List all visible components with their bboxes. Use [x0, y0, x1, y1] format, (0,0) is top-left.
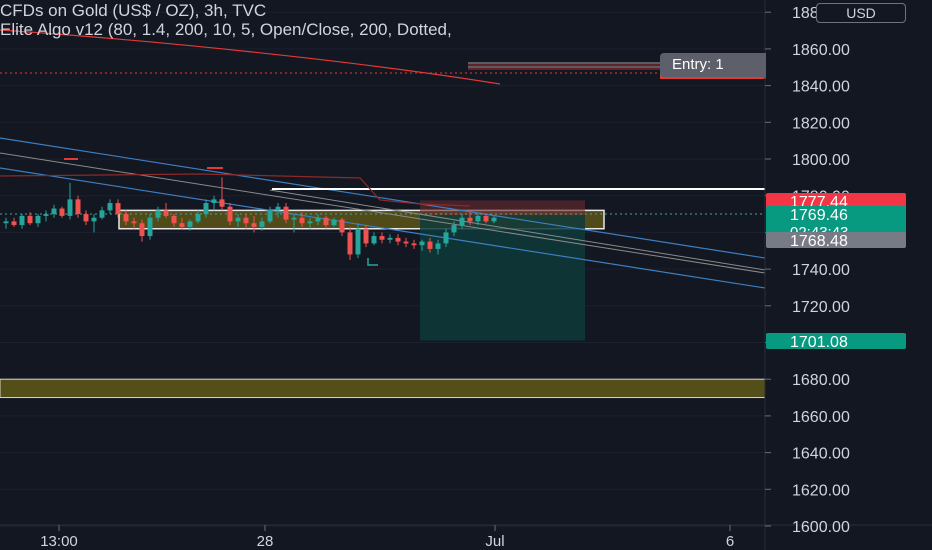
candle-body — [331, 219, 337, 226]
candle-body — [323, 217, 329, 226]
price-tick-label: 1740.00 — [792, 262, 850, 279]
candle-body — [395, 237, 401, 242]
candle-body — [267, 210, 273, 222]
candle-body — [307, 221, 313, 224]
candle-body — [123, 214, 129, 222]
price-tick-label: 1600.00 — [792, 519, 850, 536]
candle-body — [283, 206, 289, 220]
candle-body — [355, 228, 361, 255]
candle-body — [235, 217, 241, 222]
time-tick-label: 28 — [257, 533, 274, 550]
candle-body — [363, 228, 369, 244]
candle-body — [139, 223, 145, 237]
candle-body — [115, 203, 121, 215]
candle-body — [451, 225, 457, 233]
price-tick-label: 1660.00 — [792, 409, 850, 426]
candle-body — [51, 208, 57, 215]
candle-body — [339, 219, 345, 233]
candle-body — [195, 214, 201, 222]
entry-label: Entry: 1 — [660, 53, 766, 77]
currency-button[interactable]: USD — [816, 3, 906, 23]
time-tick-label: 13:00 — [40, 533, 78, 550]
candle-body — [211, 199, 217, 204]
candle-body — [43, 214, 49, 216]
candle-body — [379, 236, 385, 240]
candle-body — [187, 221, 193, 227]
price-tick-label: 1680.00 — [792, 372, 850, 389]
candle-body — [347, 232, 353, 255]
candle-body — [403, 241, 409, 244]
price-tick-label: 1720.00 — [792, 299, 850, 316]
candle-body — [491, 217, 497, 222]
candle-body — [107, 203, 113, 211]
candle-body — [83, 214, 89, 222]
indicator-legend[interactable]: Elite Algo v12 (80, 1.4, 200, 10, 5, Ope… — [0, 20, 452, 40]
price-label: 1769.46 — [790, 207, 848, 224]
candle-body — [171, 215, 177, 224]
candle-body — [275, 206, 281, 211]
candle-body — [315, 217, 321, 222]
candle-body — [259, 221, 265, 227]
price-tick-label: 1820.00 — [792, 115, 850, 132]
candle-body — [203, 203, 209, 215]
candle-body — [155, 210, 161, 218]
price-tick-label: 1860.00 — [792, 42, 850, 59]
candle-body — [243, 217, 249, 224]
candle-body — [411, 243, 417, 246]
candle-body — [179, 223, 185, 227]
candle-body — [67, 199, 73, 216]
candle-body — [227, 206, 233, 222]
demand-zone-lower — [0, 378, 766, 399]
candle-body — [475, 215, 481, 222]
candle-body — [59, 208, 65, 216]
candle-body — [11, 221, 17, 226]
candle-body — [3, 221, 9, 224]
candle-body — [467, 217, 473, 222]
candle-body — [371, 236, 377, 244]
candle-body — [291, 217, 297, 220]
candle-body — [19, 215, 25, 226]
time-tick-label: Jul — [485, 533, 504, 550]
price-label: 1768.48 — [790, 233, 848, 250]
chart-title: CFDs on Gold (US$ / OZ), 3h, TVC — [0, 1, 267, 20]
price-tick-label: 1620.00 — [792, 482, 850, 499]
price-tick-label: 1840.00 — [792, 79, 850, 96]
candle-body — [459, 217, 465, 226]
candle-body — [483, 215, 489, 222]
candle-body — [131, 221, 137, 224]
candle-body — [299, 217, 305, 224]
candle-body — [147, 217, 153, 237]
candle-body — [427, 241, 433, 249]
price-chart[interactable]: 1600.001620.001640.001660.001680.001700.… — [0, 0, 932, 550]
price-label: 1701.08 — [790, 334, 848, 351]
time-tick-label: 6 — [726, 533, 734, 550]
candle-body — [219, 199, 225, 207]
price-tick-label: 1640.00 — [792, 446, 850, 463]
candle-body — [163, 210, 169, 216]
candle-body — [75, 199, 81, 215]
candle-body — [35, 215, 41, 224]
candle-body — [387, 237, 393, 240]
candle-body — [251, 223, 257, 227]
candle-body — [27, 215, 33, 224]
price-tick-label: 1800.00 — [792, 152, 850, 169]
candle-body — [443, 232, 449, 244]
candle-body — [435, 243, 441, 249]
candle-body — [419, 241, 425, 246]
candle-body — [99, 210, 105, 218]
candle-body — [91, 217, 97, 222]
